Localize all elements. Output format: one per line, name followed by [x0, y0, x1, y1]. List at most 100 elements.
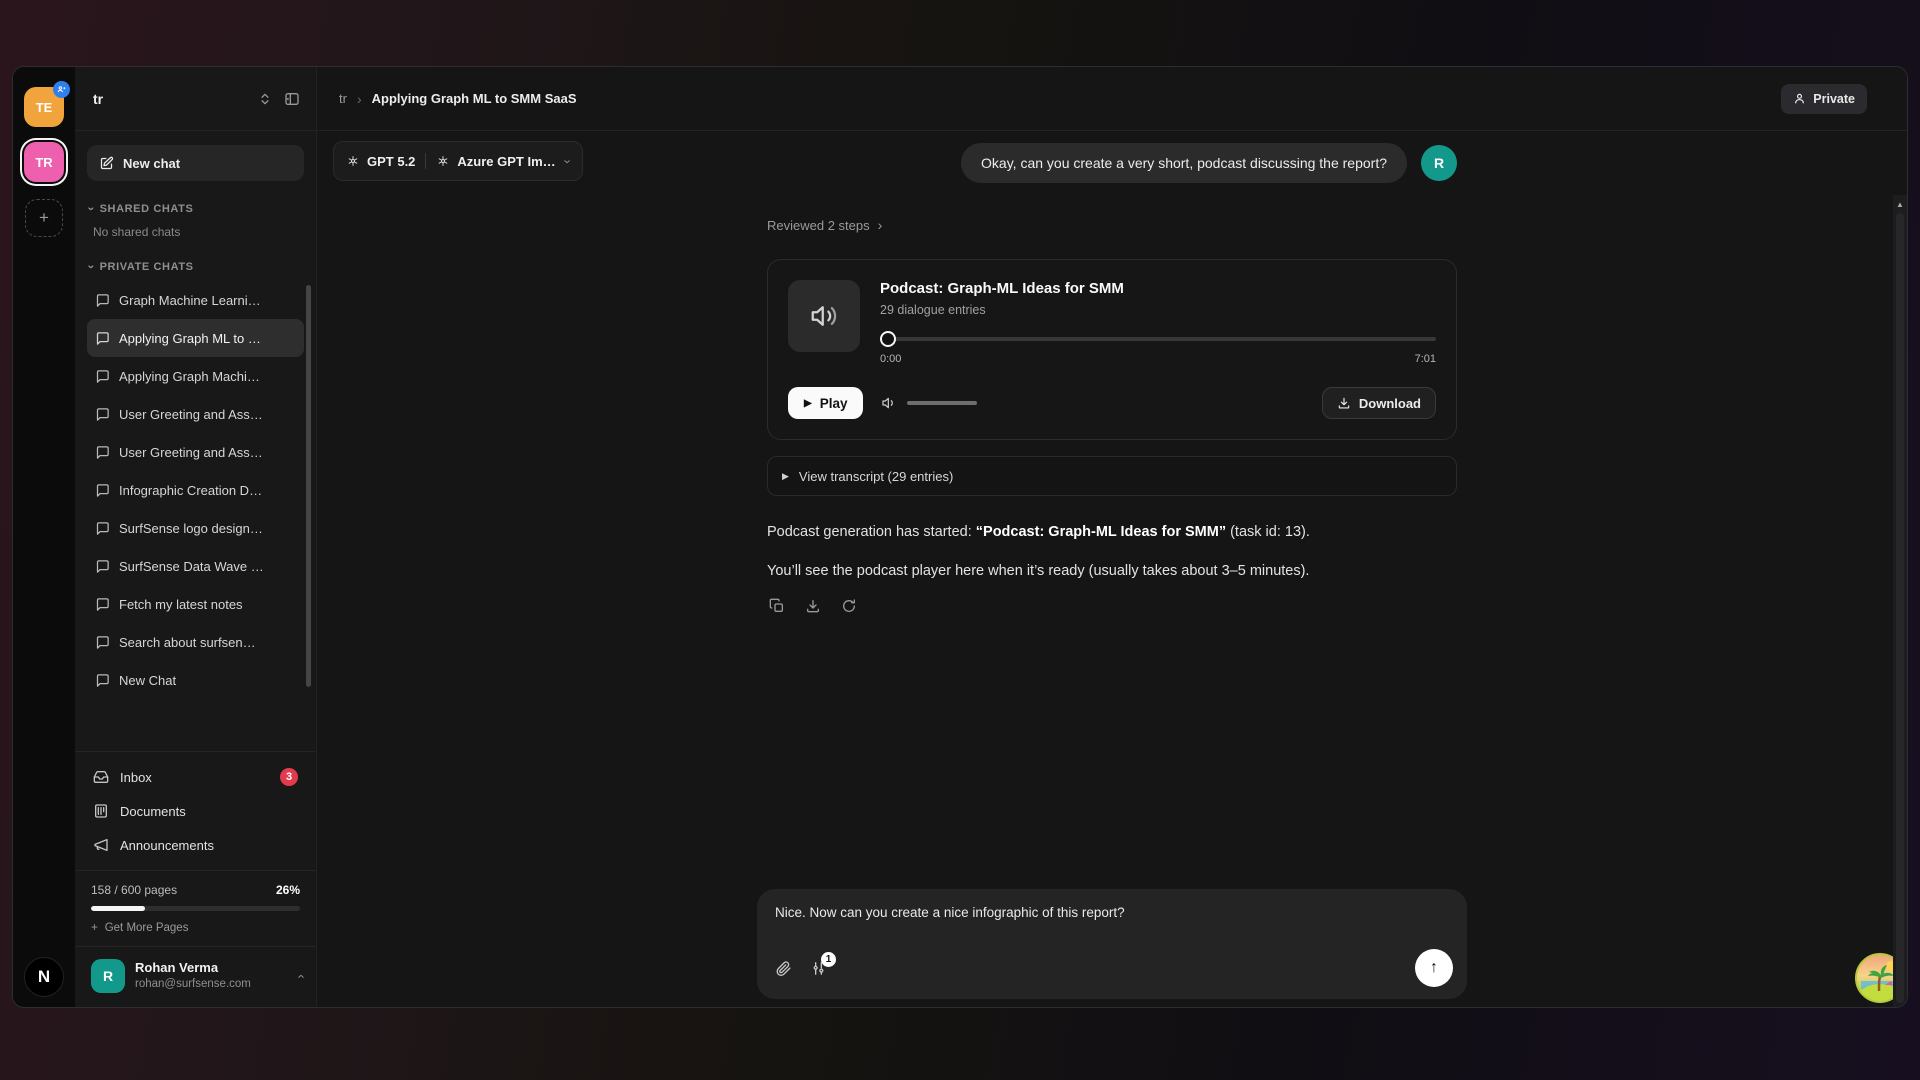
user-profile-row[interactable]: R Rohan Verma rohan@surfsense.com ›	[75, 947, 316, 1007]
scrollbar-up-arrow[interactable]: ▲	[1896, 200, 1904, 209]
workspace-avatar-tr-active[interactable]: TR	[24, 142, 64, 182]
play-button[interactable]: ▶ Play	[788, 387, 863, 419]
sidebar: tr New chat › SHARED CHATS No shared cha…	[75, 67, 317, 1007]
chat-list-item[interactable]: Search about surfsen…	[87, 623, 304, 661]
workspace-switcher-button[interactable]	[256, 90, 274, 108]
model-primary[interactable]: GPT 5.2	[346, 154, 415, 169]
chat-list-item[interactable]: New Chat	[87, 661, 304, 699]
podcast-status-text: Podcast generation has started: “Podcast…	[767, 522, 1457, 543]
model-secondary[interactable]: Azure GPT Im…	[436, 154, 555, 169]
seek-track	[880, 337, 1436, 341]
send-arrow-icon: ↑	[1430, 959, 1438, 977]
openai-logo-icon	[346, 154, 360, 168]
chat-list-scrollbar[interactable]	[306, 285, 311, 687]
message-input[interactable]: Nice. Now can you create a nice infograp…	[775, 905, 1449, 945]
volume-icon[interactable]	[881, 395, 897, 411]
message-square-icon	[95, 407, 110, 422]
main-scrollbar[interactable]: ▲	[1893, 195, 1907, 1007]
workspace-avatar-te[interactable]: TE	[24, 87, 64, 127]
workspace-title: tr	[93, 91, 248, 107]
message-square-icon	[95, 635, 110, 650]
chat-list-item[interactable]: Applying Graph Machi…	[87, 357, 304, 395]
chat-item-label: Graph Machine Learni…	[119, 293, 261, 308]
chat-item-label: User Greeting and Ass…	[119, 445, 263, 460]
plus-icon: +	[91, 922, 98, 934]
announcements-label: Announcements	[120, 838, 214, 853]
view-transcript-toggle[interactable]: ▶ View transcript (29 entries)	[767, 456, 1457, 496]
chat-list-item[interactable]: SurfSense Data Wave …	[87, 547, 304, 585]
send-button[interactable]: ↑	[1415, 949, 1453, 987]
new-chat-label: New chat	[123, 156, 180, 171]
chat-thread: Okay, can you create a very short, podca…	[767, 131, 1457, 616]
shared-chats-section-header[interactable]: › SHARED CHATS	[89, 203, 300, 215]
chat-list-item[interactable]: User Greeting and Ass…	[87, 395, 304, 433]
reviewed-steps-toggle[interactable]: Reviewed 2 steps ›	[767, 217, 1457, 233]
podcast-seek-slider[interactable]	[880, 331, 1436, 347]
copy-button[interactable]	[767, 596, 787, 616]
regenerate-button[interactable]	[839, 596, 859, 616]
user-name: Rohan Verma	[135, 960, 251, 976]
brand-logo[interactable]: N	[24, 957, 64, 997]
composer: Nice. Now can you create a nice infograp…	[757, 889, 1467, 999]
chat-list-item[interactable]: Fetch my latest notes	[87, 585, 304, 623]
chat-list-item[interactable]: SurfSense logo design…	[87, 509, 304, 547]
breadcrumb-workspace[interactable]: tr	[339, 91, 347, 106]
private-label: Private	[1813, 92, 1855, 106]
usage-progress-fill	[91, 906, 145, 911]
chat-item-label: SurfSense Data Wave …	[119, 559, 264, 574]
copy-icon	[769, 598, 785, 614]
connectors-button[interactable]: 1	[810, 960, 827, 977]
chat-list-item[interactable]: User Greeting and Ass…	[87, 433, 304, 471]
chevron-down-icon: ›	[85, 265, 97, 270]
attach-file-button[interactable]	[775, 960, 792, 977]
message-square-icon	[95, 331, 110, 346]
chat-list-item[interactable]: Graph Machine Learni…	[87, 281, 304, 319]
chat-item-label: Fetch my latest notes	[119, 597, 243, 612]
download-icon	[805, 598, 821, 614]
seek-knob[interactable]	[880, 331, 896, 347]
volume-slider[interactable]	[907, 401, 977, 405]
podcast-player-card: Podcast: Graph-ML Ideas for SMM 29 dialo…	[767, 259, 1457, 440]
privacy-toggle-button[interactable]: Private	[1781, 84, 1867, 114]
usage-percent-text: 26%	[276, 883, 300, 897]
workspace-rail: TE TR + N	[13, 67, 75, 1007]
chat-list-item[interactable]: Infographic Creation D…	[87, 471, 304, 509]
openai-logo-icon	[436, 154, 450, 168]
download-button[interactable]: Download	[1322, 387, 1436, 419]
sidebar-item-inbox[interactable]: Inbox 3	[75, 760, 316, 794]
private-chat-list: Graph Machine Learni… Applying Graph ML …	[75, 281, 316, 699]
chevron-right-icon: ›	[878, 217, 883, 233]
sidebar-item-documents[interactable]: Documents	[75, 794, 316, 828]
model-selector[interactable]: GPT 5.2 Azure GPT Im… ›	[333, 141, 583, 181]
private-chats-section-header[interactable]: › PRIVATE CHATS	[89, 261, 300, 273]
podcast-subtitle: 29 dialogue entries	[880, 303, 1436, 317]
model-primary-label: GPT 5.2	[367, 154, 415, 169]
new-chat-button[interactable]: New chat	[87, 145, 304, 181]
get-more-pages-label: Get More Pages	[105, 922, 189, 934]
user-avatar: R	[91, 959, 125, 993]
divider	[425, 153, 426, 169]
scrollbar-thumb[interactable]	[1896, 213, 1904, 1003]
chat-item-label: Search about surfsen…	[119, 635, 256, 650]
collapse-sidebar-icon[interactable]	[282, 89, 302, 109]
message-square-icon	[95, 483, 110, 498]
main-area: tr › Applying Graph ML to SMM SaaS Priva…	[317, 67, 1907, 1007]
get-more-pages-button[interactable]: + Get More Pages	[91, 922, 188, 934]
sidebar-item-announcements[interactable]: Announcements	[75, 828, 316, 862]
chat-list-item-active[interactable]: Applying Graph ML to …	[87, 319, 304, 357]
message-square-icon	[95, 293, 110, 308]
people-badge-icon	[53, 81, 70, 98]
download-message-button[interactable]	[803, 596, 823, 616]
chat-item-label: New Chat	[119, 673, 176, 688]
topbar: tr › Applying Graph ML to SMM SaaS Priva…	[317, 67, 1907, 131]
chevron-right-icon: ›	[357, 91, 362, 107]
chat-item-label: SurfSense logo design…	[119, 521, 263, 536]
podcast-artwork	[788, 280, 860, 352]
private-chats-label: PRIVATE CHATS	[100, 261, 194, 273]
usage-pages-text: 158 / 600 pages	[91, 883, 177, 897]
view-transcript-label: View transcript (29 entries)	[799, 469, 953, 484]
usage-panel: 158 / 600 pages 26% + Get More Pages	[75, 871, 316, 946]
add-workspace-button[interactable]: +	[25, 199, 63, 237]
message-square-icon	[95, 559, 110, 574]
documents-icon	[93, 803, 109, 819]
